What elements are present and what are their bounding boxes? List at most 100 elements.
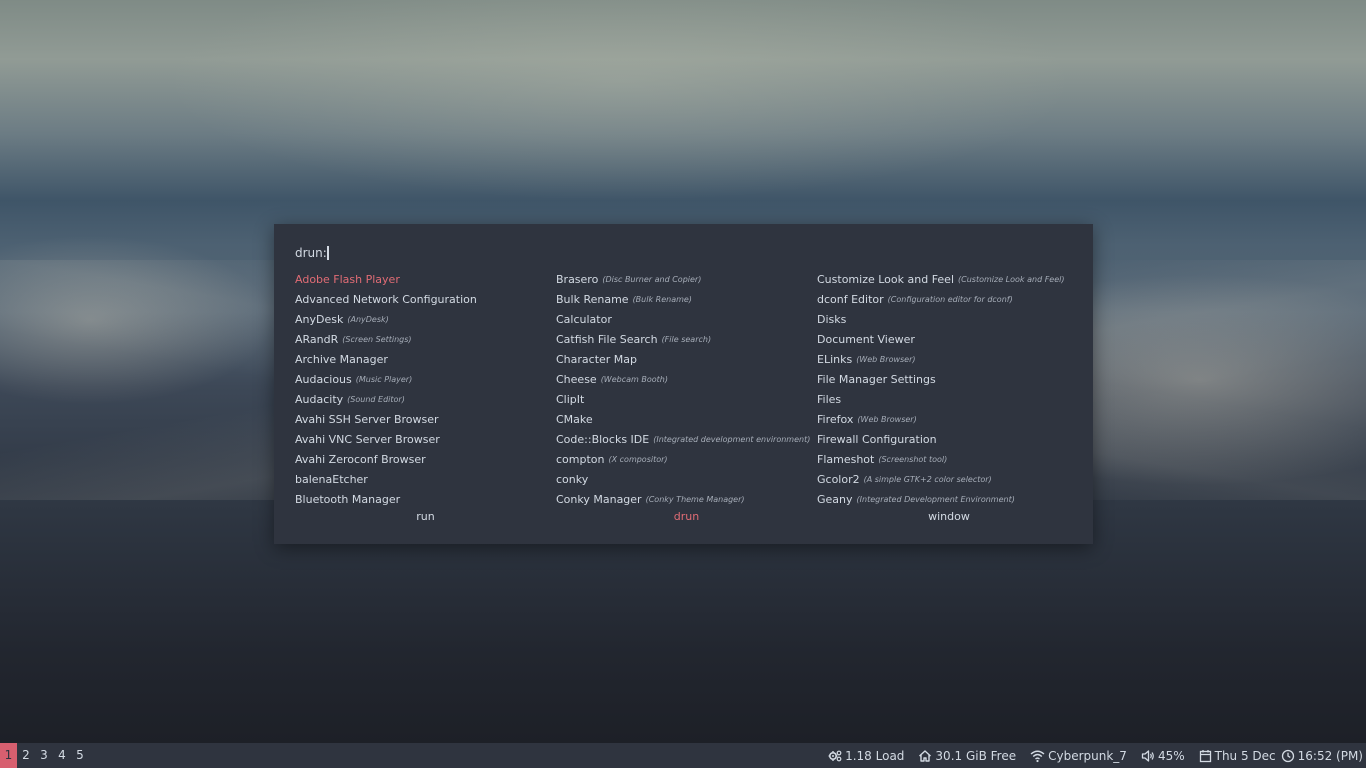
app-entry[interactable]: ARandR (Screen Settings): [295, 329, 556, 349]
app-entry[interactable]: Advanced Network Configuration: [295, 289, 556, 309]
app-entry[interactable]: Flameshot (Screenshot tool): [817, 449, 1081, 469]
app-entry-name: Catfish File Search: [556, 332, 658, 346]
app-entry-description: (AnyDesk): [347, 314, 389, 324]
workspace-switcher: 12345: [0, 743, 89, 768]
app-launcher: drun: Adobe Flash Player Advanced Network…: [274, 224, 1093, 544]
time-module[interactable]: 16:52 (PM): [1281, 749, 1363, 763]
app-entry-name: Adobe Flash Player: [295, 272, 400, 286]
app-entry[interactable]: Audacity (Sound Editor): [295, 389, 556, 409]
app-entry[interactable]: AnyDesk (AnyDesk): [295, 309, 556, 329]
wifi-module[interactable]: Cyberpunk_7: [1030, 749, 1127, 763]
app-entry[interactable]: Cheese (Webcam Booth): [556, 369, 817, 389]
app-entry-name: Firefox: [817, 412, 854, 426]
app-entry[interactable]: balenaEtcher: [295, 469, 556, 489]
app-entry-description: (Disc Burner and Copier): [602, 274, 702, 284]
app-entry[interactable]: Firefox (Web Browser): [817, 409, 1081, 429]
app-entry[interactable]: Gcolor2 (A simple GTK+2 color selector): [817, 469, 1081, 489]
disk-module[interactable]: 30.1 GiB Free: [918, 749, 1016, 763]
app-entry[interactable]: Calculator: [556, 309, 817, 329]
app-entry[interactable]: dconf Editor (Configuration editor for dc…: [817, 289, 1081, 309]
app-entry-name: Character Map: [556, 352, 638, 366]
volume-module[interactable]: 45%: [1141, 749, 1185, 763]
prompt-label: drun:: [295, 246, 327, 260]
load-module[interactable]: 1.18 Load: [828, 749, 904, 763]
app-entry[interactable]: Conky Manager (Conky Theme Manager): [556, 489, 817, 509]
app-entry-description: (File search): [661, 334, 712, 344]
app-entry-name: Bulk Rename: [556, 292, 629, 306]
app-entry[interactable]: Audacious (Music Player): [295, 369, 556, 389]
text-cursor: [327, 246, 329, 260]
app-entry[interactable]: Avahi Zeroconf Browser: [295, 449, 556, 469]
app-entry[interactable]: Geany (Integrated Development Environment…: [817, 489, 1081, 509]
app-entry[interactable]: Code::Blocks IDE (Integrated development …: [556, 429, 817, 449]
wifi-icon: [1030, 750, 1045, 762]
app-entry[interactable]: ELinks (Web Browser): [817, 349, 1081, 369]
workspace-4[interactable]: 4: [53, 743, 71, 768]
app-entry-name: Avahi Zeroconf Browser: [295, 452, 426, 466]
app-entry-name: Geany: [817, 492, 853, 506]
app-entry-name: Firewall Configuration: [817, 432, 937, 446]
speaker-icon: [1141, 749, 1154, 762]
app-entry-name: dconf Editor: [817, 292, 884, 306]
app-entry-name: Archive Manager: [295, 352, 388, 366]
app-entry[interactable]: Firewall Configuration: [817, 429, 1081, 449]
workspace-2[interactable]: 2: [17, 743, 35, 768]
app-entry-description: (Sound Editor): [347, 394, 405, 404]
workspace-3[interactable]: 3: [35, 743, 53, 768]
workspace-1[interactable]: 1: [0, 743, 17, 768]
app-entry[interactable]: Brasero (Disc Burner and Copier): [556, 269, 817, 289]
app-entry[interactable]: Character Map: [556, 349, 817, 369]
app-entry-name: balenaEtcher: [295, 472, 368, 486]
app-entry[interactable]: CMake: [556, 409, 817, 429]
app-entry-name: CMake: [556, 412, 593, 426]
workspace-5[interactable]: 5: [71, 743, 89, 768]
app-entry-name: ClipIt: [556, 392, 585, 406]
app-entry-name: Code::Blocks IDE: [556, 432, 650, 446]
app-entry[interactable]: Avahi VNC Server Browser: [295, 429, 556, 449]
app-entry[interactable]: Catfish File Search (File search): [556, 329, 817, 349]
mode-window[interactable]: window: [817, 510, 1081, 523]
app-entry[interactable]: Bluetooth Manager: [295, 489, 556, 509]
clock-icon: [1281, 749, 1294, 762]
app-entry-description: (Web Browser): [856, 354, 916, 364]
app-entry-name: Cheese: [556, 372, 597, 386]
app-entry[interactable]: File Manager Settings: [817, 369, 1081, 389]
launcher-prompt: drun:: [295, 244, 531, 262]
app-entry[interactable]: conky: [556, 469, 817, 489]
load-text: 1.18 Load: [845, 748, 905, 763]
app-entry-description: (Screenshot tool): [878, 454, 948, 464]
app-entry-name: Brasero: [556, 272, 599, 286]
app-entry-name: Advanced Network Configuration: [295, 292, 477, 306]
app-entry[interactable]: Customize Look and Feel (Customize Look a…: [817, 269, 1081, 289]
app-entry-name: Avahi SSH Server Browser: [295, 412, 439, 426]
app-entry-description: (Conky Theme Manager): [645, 494, 745, 504]
app-entry[interactable]: ClipIt: [556, 389, 817, 409]
app-entry-name: Files: [817, 392, 842, 406]
app-entry-name: Calculator: [556, 312, 612, 326]
app-entry-name: Avahi VNC Server Browser: [295, 432, 440, 446]
disk-text: 30.1 GiB Free: [935, 748, 1017, 763]
app-entry[interactable]: Document Viewer: [817, 329, 1081, 349]
app-entry-description: (A simple GTK+2 color selector): [863, 474, 992, 484]
app-entry-name: Disks: [817, 312, 847, 326]
app-entry[interactable]: Files: [817, 389, 1081, 409]
app-entry-name: Bluetooth Manager: [295, 492, 401, 506]
app-entry-description: (Screen Settings): [342, 334, 412, 344]
date-text: Thu 5 Dec: [1214, 748, 1276, 763]
mode-drun[interactable]: drun: [556, 510, 817, 523]
app-entry[interactable]: Bulk Rename (Bulk Rename): [556, 289, 817, 309]
mode-run[interactable]: run: [295, 510, 556, 523]
date-module[interactable]: Thu 5 Dec: [1199, 749, 1276, 763]
app-entry-name: Gcolor2: [817, 472, 860, 486]
app-entry[interactable]: Avahi SSH Server Browser: [295, 409, 556, 429]
app-entry[interactable]: Adobe Flash Player: [295, 269, 556, 289]
app-entry[interactable]: Disks: [817, 309, 1081, 329]
app-entry[interactable]: compton (X compositor): [556, 449, 817, 469]
app-entry-description: (Integrated development environment): [653, 434, 811, 444]
home-icon: [919, 749, 932, 762]
app-entry-name: Customize Look and Feel: [817, 272, 955, 286]
search-input[interactable]: [330, 245, 531, 261]
app-entry-description: (Webcam Booth): [600, 374, 668, 384]
app-entry[interactable]: Archive Manager: [295, 349, 556, 369]
app-entry-name: Audacity: [295, 392, 344, 406]
